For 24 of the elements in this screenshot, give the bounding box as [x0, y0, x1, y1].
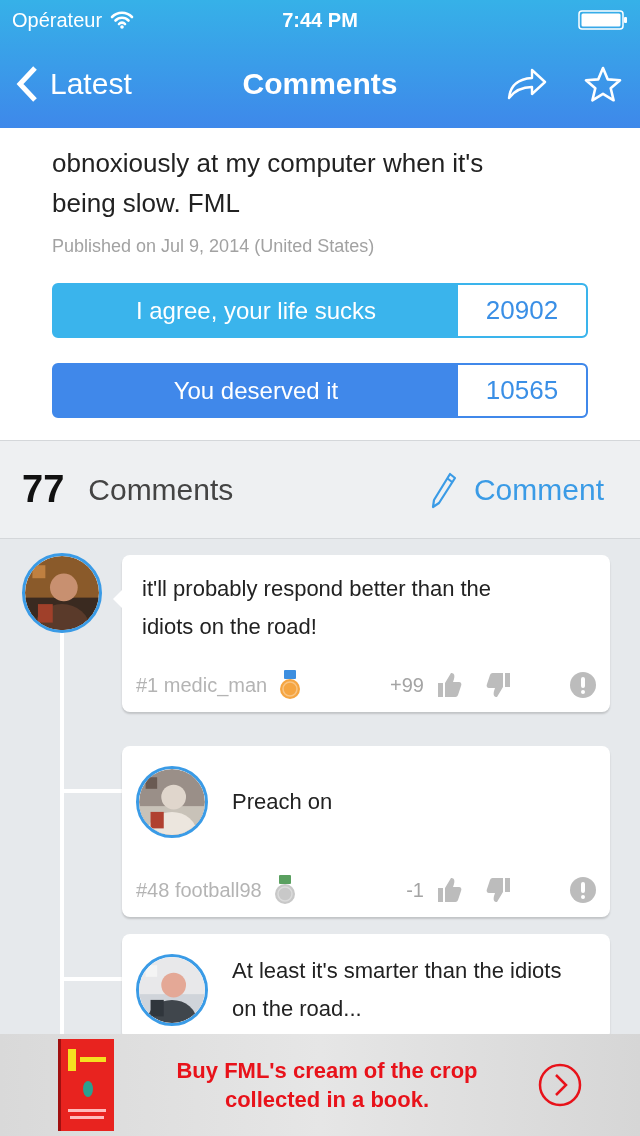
comment-score: +99	[390, 673, 424, 697]
comment-author[interactable]: #1 medic_man	[136, 673, 268, 697]
clock-time: 7:44 PM	[282, 8, 358, 31]
comment-count: 77	[22, 468, 65, 511]
vote-button[interactable]: You deserved it 10565	[52, 363, 588, 418]
comments-label: Comments	[88, 472, 234, 507]
post-text: obnoxiously at my computer when it's being slow. FML	[52, 147, 485, 220]
chevron-left-icon	[16, 65, 38, 103]
comment-button[interactable]: Comment	[429, 470, 604, 509]
wifi-icon	[110, 11, 135, 29]
comment-text: it'll probably respond better than the idiots on the road!	[142, 575, 493, 641]
star-icon[interactable]	[584, 66, 622, 102]
comment-text: Preach on	[232, 788, 334, 816]
carrier-name: Opérateur	[12, 8, 103, 32]
chevron-right-icon[interactable]	[538, 1063, 582, 1107]
comment-text: At least it's smarter than the idiots on the road...	[232, 957, 563, 1023]
publish-date: Published on Jul 9, 2014 (United States)	[52, 236, 376, 257]
vote-button[interactable]: I agree, your life sucks 20902	[52, 283, 588, 338]
share-icon[interactable]	[506, 67, 548, 101]
battery-icon	[578, 10, 628, 30]
screen-title: Comments	[242, 67, 398, 100]
back-button[interactable]: Latest	[16, 65, 132, 103]
comment-score: -1	[406, 878, 424, 902]
comment-author[interactable]: #48 football98	[136, 878, 262, 902]
